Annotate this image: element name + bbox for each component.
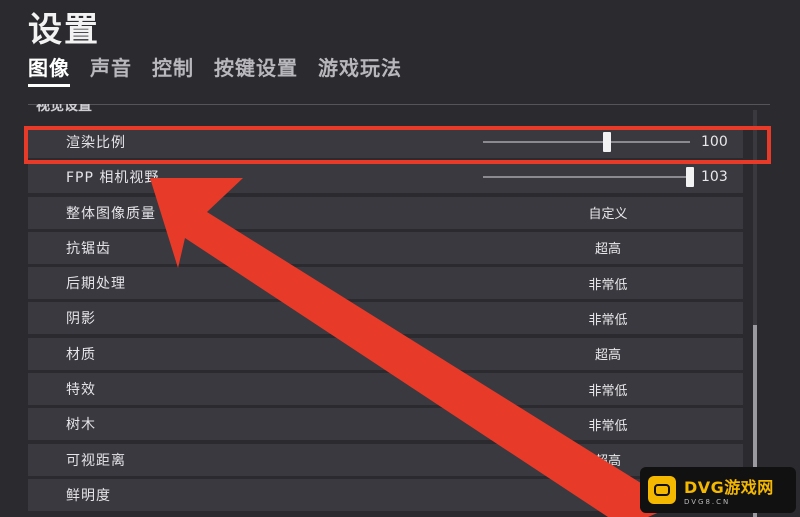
setting-row-foliage[interactable]: 树木 非常低 (28, 408, 743, 441)
fpp-fov-slider[interactable] (483, 167, 694, 188)
section-header: 视觉设置 (36, 104, 92, 114)
setting-row-anti-aliasing[interactable]: 抗锯齿 超高 (28, 231, 743, 264)
setting-row-shadows[interactable]: 阴影 非常低 (28, 302, 743, 335)
render-scale-slider[interactable] (483, 132, 690, 152)
slider-value: 100 (701, 134, 728, 150)
setting-label: 后期处理 (66, 276, 126, 293)
watermark-subtext: DVG8.CN (684, 498, 731, 506)
watermark: DVG游戏网 DVG8.CN (640, 467, 796, 513)
setting-label: 鲜明度 (66, 487, 111, 504)
settings-list: 渲染比例 100 FPP 相机视野 103 整体图像质量 自定义 抗锯齿 超高 … (28, 126, 743, 514)
setting-label: 材质 (66, 346, 96, 363)
header-divider (28, 104, 770, 105)
setting-label: 树木 (66, 417, 96, 434)
setting-row-textures[interactable]: 材质 超高 (28, 337, 743, 370)
setting-value[interactable]: 非常低 (548, 274, 668, 293)
setting-value[interactable]: 自定义 (548, 203, 668, 222)
tab-keybindings[interactable]: 按键设置 (214, 52, 298, 87)
setting-label: 整体图像质量 (66, 205, 156, 222)
tab-control[interactable]: 控制 (152, 52, 194, 87)
setting-label: 可视距离 (66, 452, 126, 469)
slider-thumb[interactable] (686, 167, 694, 188)
page-title: 设置 (28, 10, 100, 50)
setting-row-effects[interactable]: 特效 非常低 (28, 373, 743, 406)
setting-label: 阴影 (66, 311, 96, 328)
setting-label: 渲染比例 (66, 135, 126, 151)
setting-row-render-scale[interactable]: 渲染比例 100 (28, 126, 743, 158)
setting-value[interactable]: 非常低 (548, 380, 668, 399)
setting-label: 抗锯齿 (66, 240, 111, 257)
setting-value[interactable]: 非常低 (548, 309, 668, 328)
watermark-text: DVG游戏网 (684, 478, 774, 497)
gamepad-logo-icon (648, 476, 676, 504)
setting-row-view-distance[interactable]: 可视距离 超高 (28, 443, 743, 476)
setting-value[interactable]: 超高 (548, 344, 668, 363)
setting-value[interactable]: 非常低 (548, 415, 668, 434)
setting-label: FPP 相机视野 (66, 170, 160, 187)
setting-row-fpp-fov[interactable]: FPP 相机视野 103 (28, 161, 743, 194)
tab-sound[interactable]: 声音 (90, 52, 132, 87)
tab-graphics[interactable]: 图像 (28, 52, 70, 87)
setting-row-overall-quality[interactable]: 整体图像质量 自定义 (28, 196, 743, 229)
setting-label: 特效 (66, 382, 96, 399)
tab-bar: 图像 声音 控制 按键设置 游戏玩法 (28, 52, 422, 87)
setting-value[interactable]: 超高 (548, 238, 668, 257)
setting-row-post-processing[interactable]: 后期处理 非常低 (28, 267, 743, 300)
slider-thumb[interactable] (603, 132, 612, 152)
setting-row-sharpen[interactable]: 鲜明度 启用 (28, 478, 743, 511)
tab-gameplay[interactable]: 游戏玩法 (318, 52, 402, 87)
slider-value: 103 (701, 169, 728, 186)
